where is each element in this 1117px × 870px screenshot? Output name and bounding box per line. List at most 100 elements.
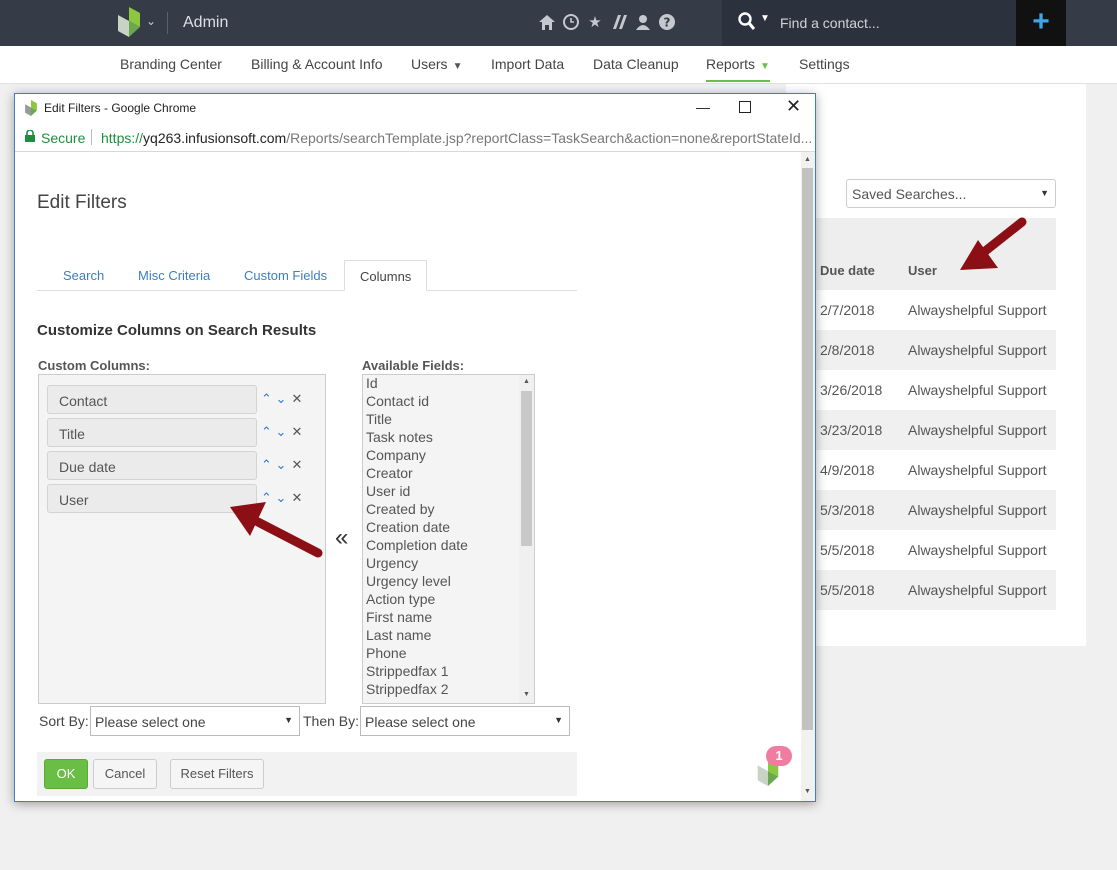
- list-item[interactable]: Completion date: [366, 537, 468, 553]
- list-item[interactable]: Creation date: [366, 519, 450, 535]
- table-row[interactable]: 2/7/2018 Alwayshelpful Support: [786, 290, 1056, 330]
- nav-data-cleanup[interactable]: Data Cleanup: [593, 56, 679, 72]
- custom-column-item[interactable]: Due date: [47, 451, 257, 480]
- table-row[interactable]: 2/8/2018 Alwayshelpful Support: [786, 330, 1056, 370]
- list-item[interactable]: Contact id: [366, 393, 429, 409]
- infusionsoft-logo-icon[interactable]: [118, 7, 140, 37]
- scroll-thumb[interactable]: [521, 391, 532, 546]
- nav-reports[interactable]: Reports ▼: [706, 56, 770, 82]
- table-row[interactable]: 5/3/2018 Alwayshelpful Support: [786, 490, 1056, 530]
- list-item[interactable]: User id: [366, 483, 410, 499]
- list-item[interactable]: Strippedfax 1: [366, 663, 449, 679]
- sort-by-select[interactable]: Please select one ▼: [90, 706, 300, 736]
- chevron-down-icon[interactable]: ⌄: [146, 14, 156, 28]
- scroll-thumb[interactable]: [802, 168, 813, 730]
- remove-icon[interactable]: ✕: [291, 457, 302, 472]
- table-row[interactable]: 5/5/2018 Alwayshelpful Support: [786, 570, 1056, 610]
- dialog-footer: OK Cancel Reset Filters: [37, 752, 577, 796]
- list-item[interactable]: Creator: [366, 465, 413, 481]
- scroll-up-icon[interactable]: ▲: [523, 378, 530, 385]
- chevron-down-icon: ▼: [1040, 188, 1049, 198]
- tab-search[interactable]: Search: [63, 268, 104, 283]
- tab-custom-fields[interactable]: Custom Fields: [244, 268, 327, 283]
- available-fields-list[interactable]: Id Contact id Title Task notes Company C…: [362, 374, 535, 704]
- reset-filters-button[interactable]: Reset Filters: [170, 759, 264, 789]
- list-item[interactable]: Title: [366, 411, 392, 427]
- scroll-down-icon[interactable]: ▼: [804, 788, 811, 795]
- move-up-icon[interactable]: ⌃: [261, 424, 272, 439]
- move-down-icon[interactable]: ⌄: [276, 490, 287, 505]
- table-row[interactable]: 3/26/2018 Alwayshelpful Support: [786, 370, 1056, 410]
- remove-icon[interactable]: ✕: [291, 424, 302, 439]
- nav-settings[interactable]: Settings: [799, 56, 850, 72]
- list-item[interactable]: First name: [366, 609, 432, 625]
- fields-scrollbar[interactable]: ▲ ▼: [519, 375, 534, 703]
- remove-icon[interactable]: ✕: [291, 391, 302, 406]
- nav-billing[interactable]: Billing & Account Info: [251, 56, 383, 72]
- cancel-button[interactable]: Cancel: [93, 759, 157, 789]
- list-item[interactable]: Urgency: [366, 555, 418, 571]
- column-header-due-date[interactable]: Due date: [820, 263, 875, 278]
- list-item[interactable]: Phone: [366, 645, 406, 661]
- list-item[interactable]: Action type: [366, 591, 435, 607]
- remove-icon[interactable]: ✕: [291, 490, 302, 505]
- search-options-caret-icon[interactable]: ▼: [760, 13, 770, 24]
- scroll-down-icon[interactable]: ▼: [523, 691, 530, 698]
- home-icon[interactable]: [538, 12, 556, 32]
- help-icon[interactable]: ?: [658, 12, 676, 32]
- custom-column-item[interactable]: Title: [47, 418, 257, 447]
- scroll-up-icon[interactable]: ▲: [804, 156, 811, 163]
- list-item[interactable]: Id: [366, 375, 378, 391]
- list-item[interactable]: Strippedfax 2: [366, 681, 449, 697]
- nav-branding-center[interactable]: Branding Center: [120, 56, 222, 72]
- app-title: Admin: [183, 14, 229, 31]
- table-row[interactable]: 5/5/2018 Alwayshelpful Support: [786, 530, 1056, 570]
- move-down-icon[interactable]: ⌄: [276, 424, 287, 439]
- move-down-icon[interactable]: ⌄: [276, 391, 287, 406]
- notification-widget[interactable]: 1: [757, 746, 797, 786]
- contact-search-input[interactable]: [780, 12, 1000, 34]
- list-item[interactable]: Urgency level: [366, 573, 451, 589]
- list-item[interactable]: Company: [366, 447, 426, 463]
- custom-column-item[interactable]: User: [47, 484, 257, 513]
- chevron-down-icon: ▼: [760, 61, 770, 72]
- search-icon[interactable]: [738, 12, 756, 32]
- clock-icon[interactable]: [562, 12, 580, 32]
- list-item[interactable]: Created by: [366, 501, 434, 517]
- tab-misc-criteria[interactable]: Misc Criteria: [138, 268, 210, 283]
- table-row[interactable]: 4/9/2018 Alwayshelpful Support: [786, 450, 1056, 490]
- saved-searches-select[interactable]: Saved Searches... ▼: [846, 179, 1056, 208]
- column-header-user[interactable]: User: [908, 263, 937, 278]
- then-by-select[interactable]: Please select one ▼: [360, 706, 570, 736]
- star-icon[interactable]: ★: [586, 12, 604, 32]
- move-up-icon[interactable]: ⌃: [261, 490, 272, 505]
- ok-button[interactable]: OK: [44, 759, 88, 789]
- list-item[interactable]: Task notes: [366, 429, 433, 445]
- move-down-icon[interactable]: ⌄: [276, 457, 287, 472]
- add-column-icon[interactable]: «: [335, 524, 348, 552]
- page-title: Edit Filters: [37, 192, 127, 213]
- campaign-icon[interactable]: [610, 12, 628, 32]
- maximize-icon[interactable]: [739, 101, 751, 113]
- table-row[interactable]: 3/23/2018 Alwayshelpful Support: [786, 410, 1056, 450]
- filter-tabs: Search Misc Criteria Custom Fields Colum…: [37, 260, 577, 291]
- window-scrollbar[interactable]: ▲ ▼: [801, 152, 815, 801]
- due-date-cell: 2/8/2018: [820, 342, 875, 358]
- close-icon[interactable]: ✕: [786, 96, 801, 117]
- minimize-icon[interactable]: —: [696, 99, 710, 115]
- url-path: /Reports/searchTemplate.jsp?reportClass=…: [286, 130, 813, 146]
- custom-column-item[interactable]: Contact: [47, 385, 257, 414]
- svg-text:?: ?: [664, 16, 671, 30]
- url-text[interactable]: https://yq263.infusionsoft.com/Reports/s…: [101, 130, 812, 146]
- move-up-icon[interactable]: ⌃: [261, 391, 272, 406]
- tab-columns[interactable]: Columns: [344, 260, 428, 291]
- user-icon[interactable]: [634, 12, 652, 32]
- window-title-bar[interactable]: Edit Filters - Google Chrome — ✕: [15, 94, 815, 122]
- nav-users[interactable]: Users ▼: [411, 56, 462, 72]
- custom-columns-list: Contact ⌃ ⌄ ✕ Title ⌃ ⌄ ✕ Due date ⌃ ⌄ ✕ Us…: [38, 374, 326, 704]
- address-bar[interactable]: Secure https://yq263.infusionsoft.com/Re…: [15, 122, 815, 152]
- quick-add-button[interactable]: +: [1016, 0, 1066, 46]
- move-up-icon[interactable]: ⌃: [261, 457, 272, 472]
- list-item[interactable]: Last name: [366, 627, 431, 643]
- nav-import-data[interactable]: Import Data: [491, 56, 564, 72]
